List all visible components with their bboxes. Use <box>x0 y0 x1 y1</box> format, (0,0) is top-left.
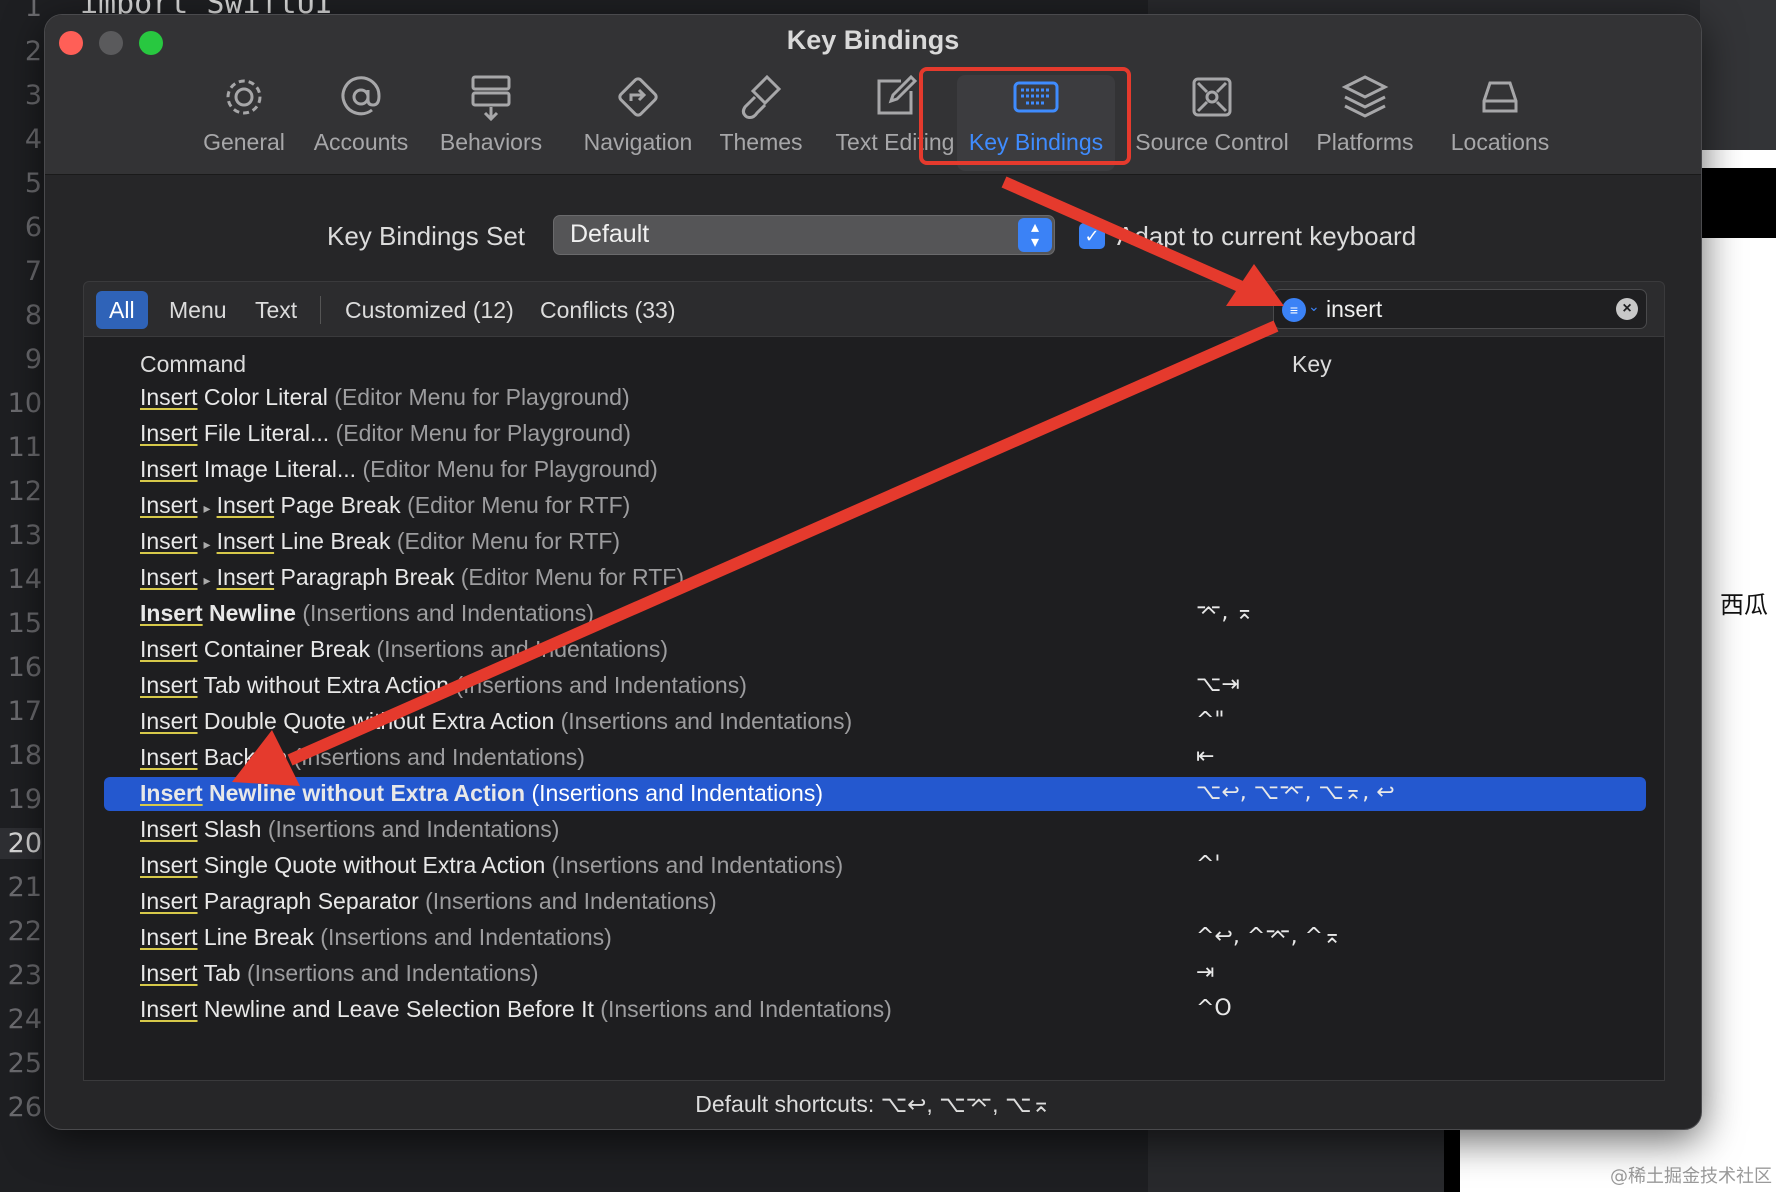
annotation-arrows <box>232 176 1284 786</box>
annotation-arrow-to-search <box>1001 176 1247 294</box>
annotation-arrow-to-row <box>287 320 1279 766</box>
screen: import SwiftUI 1 2 3 4 5 6 7 8 9 10 11 12 13 14 15 16 17… <box>0 0 1776 1192</box>
